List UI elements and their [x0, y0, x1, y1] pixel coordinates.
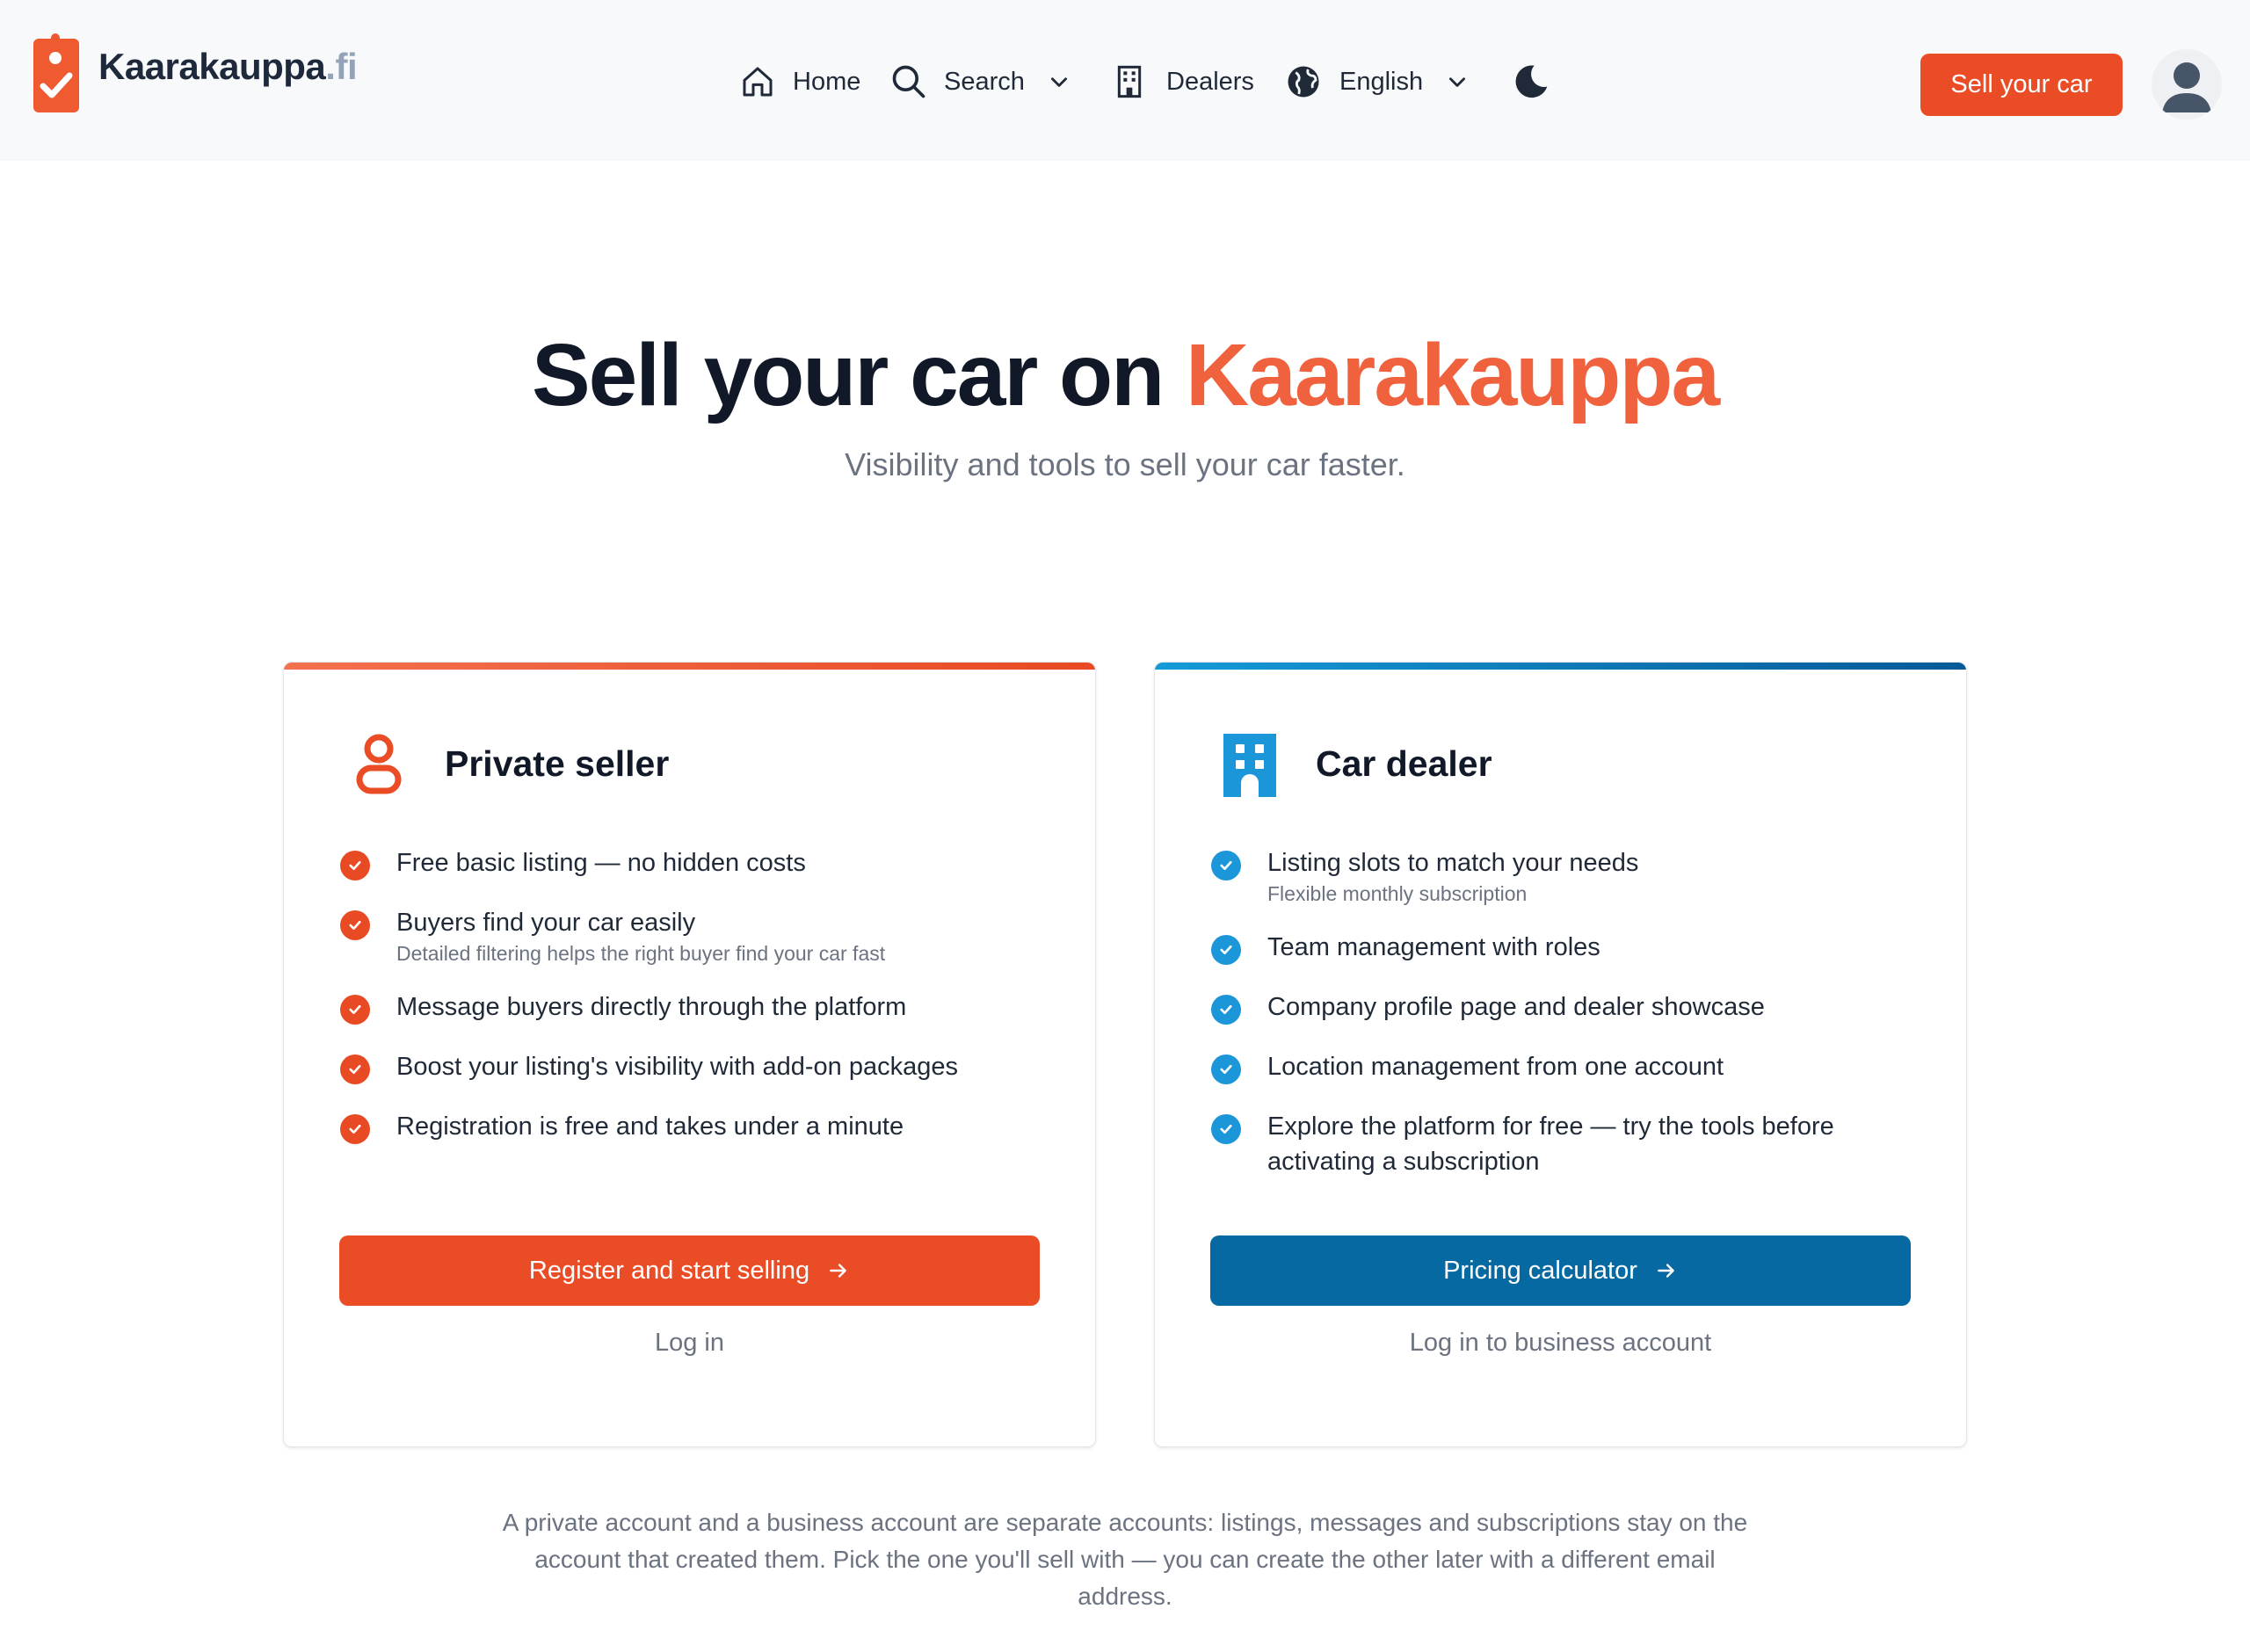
business-login-link[interactable]: Log in to business account	[1155, 1329, 1966, 1358]
feature-text-continued: activating a subscription	[1267, 1148, 1540, 1176]
feature-subtext: Flexible monthly subscription	[1267, 882, 1528, 905]
check-icon	[1211, 935, 1241, 965]
private-seller-card: Private seller Free basic listing — no h…	[283, 662, 1096, 1447]
check-icon	[1211, 1114, 1241, 1144]
search-icon	[892, 65, 925, 98]
home-icon	[743, 67, 773, 97]
card-title: Car dealer	[1316, 743, 1492, 784]
feature-text: Registration is free and takes under a m…	[396, 1112, 904, 1141]
card-accent-bar	[1155, 663, 1966, 670]
register-button[interactable]: Register and start selling	[339, 1235, 1040, 1306]
feature-text: Listing slots to match your needs	[1267, 849, 1639, 877]
account-info-note: A private account and a business account…	[457, 1504, 1793, 1615]
feature-text: Message buyers directly through the plat…	[396, 993, 907, 1021]
sell-your-car-button[interactable]: Sell your car	[1920, 54, 2123, 116]
feature-text: Location management from one account	[1267, 1053, 1724, 1081]
check-icon	[1211, 995, 1241, 1025]
page-title-accent: Kaarakauppa	[1185, 326, 1720, 424]
logo[interactable]: Kaarakauppa.fi	[30, 33, 358, 117]
feature-text: Team management with roles	[1267, 933, 1600, 961]
pricing-calculator-button[interactable]: Pricing calculator	[1210, 1235, 1911, 1306]
page-title-main: Sell your car on	[531, 326, 1165, 424]
nav-dealers-label: Dealers	[1166, 67, 1254, 96]
logo-name: Kaarakauppa	[98, 46, 326, 87]
arrow-right-icon	[1658, 1264, 1674, 1278]
chevron-down-icon	[1449, 77, 1466, 87]
theme-toggle[interactable]	[1512, 58, 1550, 105]
check-icon	[340, 851, 370, 880]
check-icon	[340, 1114, 370, 1144]
feature-text: Free basic listing — no hidden costs	[396, 849, 806, 877]
building-icon	[1117, 65, 1142, 98]
check-icon	[340, 995, 370, 1025]
feature-text: Company profile page and dealer showcase	[1267, 993, 1765, 1021]
nav-search-label: Search	[944, 67, 1025, 96]
nav-language-label: English	[1339, 67, 1424, 96]
check-icon	[1211, 851, 1241, 880]
card-title: Private seller	[445, 743, 670, 784]
globe-icon	[1288, 66, 1319, 98]
logo-tag-icon	[33, 33, 79, 112]
nav-dealers[interactable]: Dealers	[1112, 58, 1254, 105]
check-icon	[340, 910, 370, 940]
logo-text: Kaarakauppa.fi	[98, 46, 358, 88]
chevron-down-icon	[1050, 77, 1067, 87]
feature-subtext: Detailed filtering helps the right buyer…	[396, 942, 886, 965]
note-line: address.	[1078, 1583, 1172, 1610]
feature-text: Buyers find your car easily	[396, 909, 696, 937]
arrow-right-icon	[830, 1264, 846, 1278]
moon-icon	[1515, 65, 1548, 98]
register-button-label: Register and start selling	[528, 1256, 810, 1285]
check-icon	[1211, 1054, 1241, 1084]
check-icon	[340, 1054, 370, 1084]
top-header: Kaarakauppa.fi Home Search Dealers Engli…	[0, 0, 2250, 161]
user-avatar-icon	[2162, 62, 2211, 112]
nav-home-label: Home	[793, 67, 861, 96]
user-avatar[interactable]	[2152, 49, 2222, 120]
nav-home[interactable]: Home	[740, 58, 860, 105]
note-line: A private account and a business account…	[502, 1509, 1748, 1536]
car-dealer-card: Car dealer Listing slots to match your n…	[1154, 662, 1967, 1447]
logo-tld: .fi	[325, 46, 358, 87]
page-subtitle: Visibility and tools to sell your car fa…	[845, 446, 1405, 482]
login-link[interactable]: Log in	[284, 1329, 1095, 1358]
card-accent-bar	[284, 663, 1095, 670]
feature-text: Explore the platform for free — try the …	[1267, 1112, 1834, 1141]
note-line: account that created them. Pick the one …	[534, 1546, 1716, 1573]
nav-search[interactable]: Search	[889, 58, 1071, 105]
building-icon	[1223, 734, 1276, 797]
person-icon	[356, 734, 402, 794]
page-title: Sell your car on Kaarakauppa	[0, 325, 2250, 426]
feature-text: Boost your listing's visibility with add…	[396, 1053, 959, 1081]
nav-language[interactable]: English	[1285, 58, 1469, 105]
pricing-calculator-label: Pricing calculator	[1443, 1256, 1637, 1285]
